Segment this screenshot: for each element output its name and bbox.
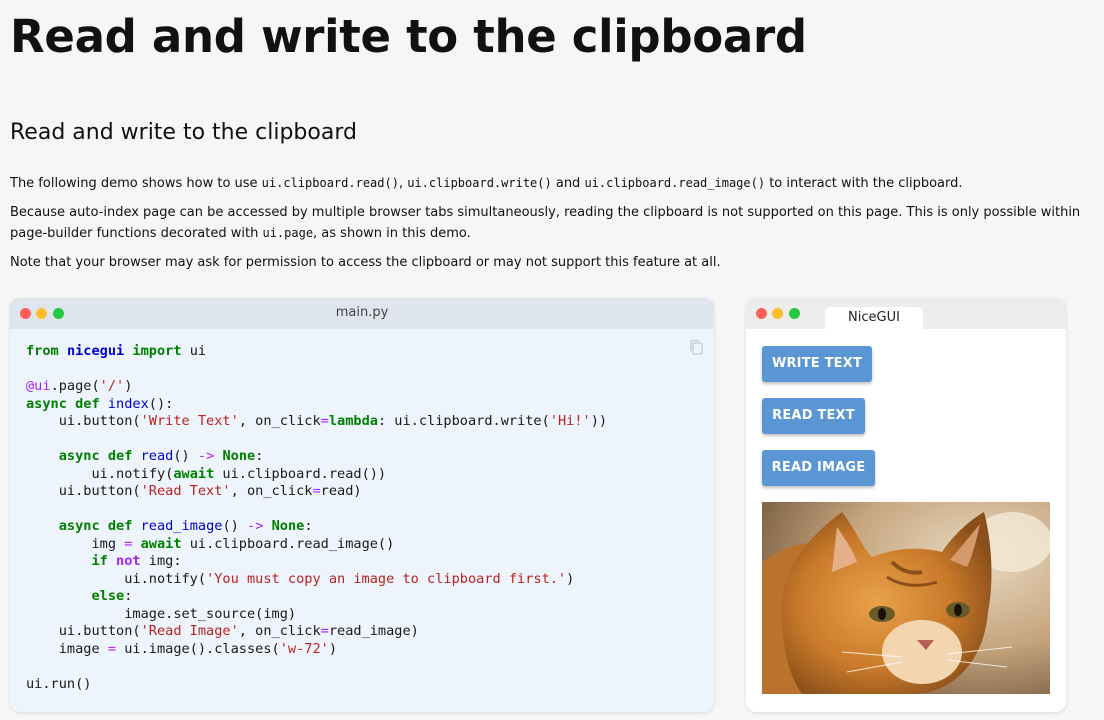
code-clipboard-write: ui.clipboard.write() xyxy=(407,176,552,190)
code-line: ui.button('Read Image', on_click=read_im… xyxy=(26,623,419,639)
section-title: Read and write to the clipboard xyxy=(10,120,357,145)
code-line: img = await ui.clipboard.read_image() xyxy=(26,535,395,552)
app-window-titlebar: NiceGUI xyxy=(746,298,1066,329)
code-line: ui.notify('You must copy an image to cli… xyxy=(26,570,575,587)
code-line: ui.button('Read Text', on_click=read) xyxy=(26,483,362,499)
code-line: ui.run() xyxy=(26,675,92,692)
code-ui-page: ui.page xyxy=(262,226,314,240)
read-image-button[interactable]: READ IMAGE xyxy=(762,450,875,486)
maximize-dot-icon xyxy=(789,308,800,319)
code-window-titlebar: main.py xyxy=(10,298,714,329)
code-line: image = ui.image().classes('w-72') xyxy=(26,640,338,657)
code-line: from nicegui import ui xyxy=(26,343,207,359)
code-line: async def read() -> None: xyxy=(58,448,264,464)
copy-icon[interactable] xyxy=(688,339,704,355)
token-from: from xyxy=(26,343,59,359)
code-filename: main.py xyxy=(335,305,389,320)
code-line: @ui.page('/') xyxy=(26,378,133,394)
intro-paragraph: The following demo shows how to use ui.c… xyxy=(10,176,963,191)
minimize-dot-icon xyxy=(772,308,783,319)
code-window: main.py from nicegui import ui @ui.page(… xyxy=(10,298,714,712)
code-line: if not img: xyxy=(91,553,182,569)
permission-note: Note that your browser may ask for permi… xyxy=(10,255,721,270)
code-clipboard-read-image: ui.clipboard.read_image() xyxy=(584,176,766,190)
cat-image xyxy=(762,502,1050,694)
code-line: ui.notify(await ui.clipboard.read()) xyxy=(26,465,387,482)
code-line: async def read_image() -> None: xyxy=(58,518,313,534)
code-block: from nicegui import ui @ui.page('/') asy… xyxy=(26,343,607,693)
app-window: NiceGUI WRITE TEXT READ TEXT READ IMAGE xyxy=(746,298,1066,712)
autoindex-paragraph: Because auto-index page can be accessed … xyxy=(10,205,1081,241)
code-clipboard-read: ui.clipboard.read() xyxy=(261,176,399,190)
page-title: Read and write to the clipboard xyxy=(10,10,807,63)
code-line: else: xyxy=(91,588,133,604)
code-line: ui.button('Write Text', on_click=lambda:… xyxy=(26,413,608,429)
tab-nicegui[interactable]: NiceGUI xyxy=(825,307,923,329)
close-dot-icon xyxy=(756,308,767,319)
read-text-button[interactable]: READ TEXT xyxy=(762,398,865,434)
token-import: import xyxy=(132,343,182,359)
write-text-button[interactable]: WRITE TEXT xyxy=(762,346,872,382)
token-nicegui: nicegui xyxy=(66,343,125,359)
code-line: image.set_source(img) xyxy=(26,605,297,622)
code-line: async def index(): xyxy=(26,395,174,412)
